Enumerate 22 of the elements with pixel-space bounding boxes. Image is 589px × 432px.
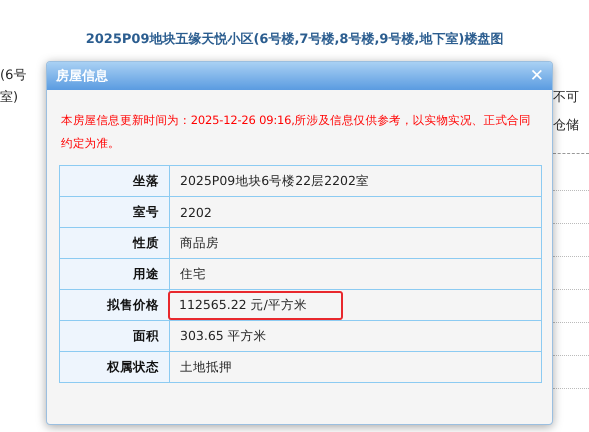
row-label: 面积	[60, 320, 170, 352]
row-label: 权属状态	[60, 352, 170, 382]
close-button[interactable]: ✕	[530, 68, 544, 84]
row-label: 室号	[60, 196, 170, 228]
row-value: 住宅	[170, 258, 542, 290]
status-label: 仓储	[553, 117, 579, 134]
row-label: 坐落	[60, 166, 170, 196]
row-value: 303.65 平方米	[170, 320, 542, 352]
row-value: 土地抵押	[170, 352, 542, 382]
dialog-title: 房屋信息	[56, 68, 108, 85]
building-label: (6号	[0, 67, 26, 84]
page-title: 2025P09地块五缘天悦小区(6号楼,7号楼,8号楼,9号楼,地下室)楼盘图	[84, 30, 504, 48]
row-value: 2202	[170, 196, 542, 228]
notice-text: 本房屋信息更新时间为：2025-12-26 09:16,所涉及信息仅供参考，以实物实况、正式合同约定为准。	[61, 112, 532, 152]
building-label: 室)	[0, 89, 20, 106]
row-label: 用途	[60, 258, 170, 290]
row-value: 商品房	[170, 228, 542, 258]
status-label: 不可	[553, 89, 579, 106]
row-value: 2025P09地块6号楼22层2202室	[170, 166, 542, 196]
row-label: 拟售价格	[60, 290, 170, 320]
row-label: 性质	[60, 228, 170, 258]
highlighted-value: 112565.22 元/平方米	[168, 290, 343, 320]
